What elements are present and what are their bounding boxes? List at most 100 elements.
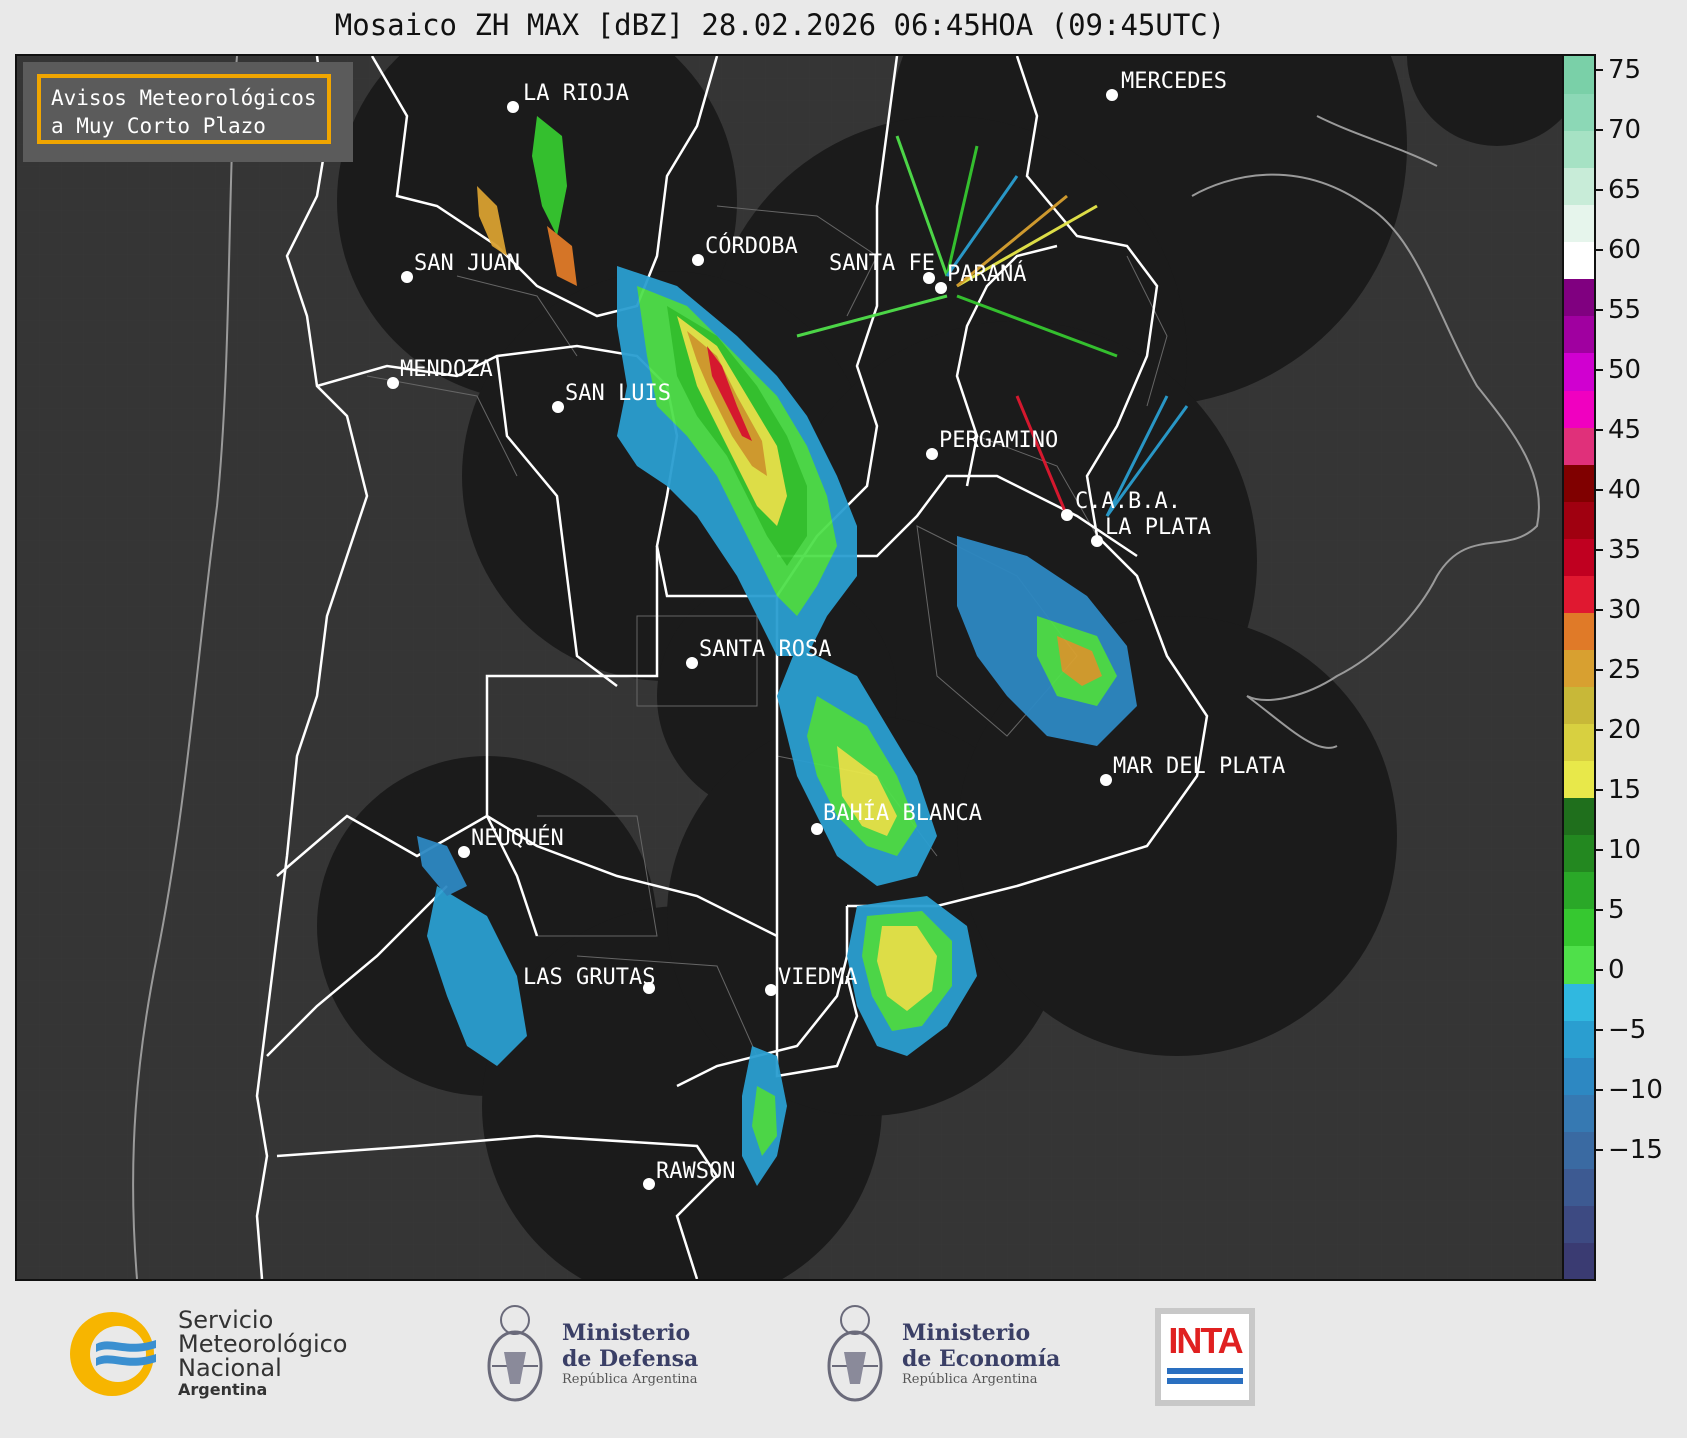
color-scale-segment xyxy=(1564,130,1594,169)
inta-stripe xyxy=(1167,1378,1243,1384)
notice-line-2: a Muy Corto Plazo xyxy=(51,114,266,138)
color-scale-segment xyxy=(1564,611,1594,650)
color-scale-tick-label: −10 xyxy=(1608,1075,1663,1105)
economia-line-3: República Argentina xyxy=(902,1372,1038,1387)
color-scale-segment xyxy=(1564,426,1594,465)
city-label-cordoba: CÓRDOBA xyxy=(705,233,798,259)
city-label-santa-rosa: SANTA ROSA xyxy=(699,637,831,662)
notice-frame: Avisos Meteorológicos a Muy Corto Plazo xyxy=(37,74,331,144)
color-scale-segment xyxy=(1564,908,1594,947)
color-scale-segment xyxy=(1564,537,1594,576)
economia-line-1: Ministerio xyxy=(902,1320,1031,1346)
color-scale-segment xyxy=(1564,389,1594,428)
defensa-line-3: República Argentina xyxy=(562,1372,698,1387)
color-scale-segment xyxy=(1564,723,1594,762)
color-scale-tick-label: 55 xyxy=(1608,295,1642,325)
color-scale-tick-label: −15 xyxy=(1608,1135,1663,1165)
smn-logo: Servicio Meteorológico Nacional Argentin… xyxy=(66,1306,386,1406)
city-label-rawson: RAWSON xyxy=(656,1159,735,1184)
radar-map[interactable]: LA RIOJA MERCEDES CÓRDOBA SAN JUAN SANTA… xyxy=(15,54,1565,1281)
city-label-caba: C.A.B.A. xyxy=(1075,489,1181,514)
smn-line-2: Meteorológico xyxy=(178,1330,348,1358)
color-scale-tick-label: −5 xyxy=(1608,1015,1647,1045)
smn-emblem-icon xyxy=(70,1312,156,1396)
color-scale-segment xyxy=(1564,1019,1594,1058)
notice-box: Avisos Meteorológicos a Muy Corto Plazo xyxy=(23,62,353,162)
map-title: Mosaico ZH MAX [dBZ] 28.02.2026 06:45HOA… xyxy=(334,8,1226,42)
inta-stripe xyxy=(1167,1368,1243,1374)
city-label-mar-del-plata: MAR DEL PLATA xyxy=(1113,754,1285,779)
color-scale-segment xyxy=(1564,648,1594,688)
city-label-neuquen: NEUQUÉN xyxy=(471,825,564,851)
color-scale-segment xyxy=(1564,574,1594,613)
color-scale-segment xyxy=(1564,760,1594,799)
city-label-la-plata: LA PLATA xyxy=(1105,515,1211,540)
smn-line-3: Nacional xyxy=(178,1354,282,1382)
color-scale-tick-label: 30 xyxy=(1608,595,1642,625)
color-scale-segment xyxy=(1564,167,1594,206)
color-scale-segment xyxy=(1564,871,1594,910)
city-label-santa-fe: SANTA FE xyxy=(829,251,935,276)
color-scale-segment xyxy=(1564,1204,1594,1243)
color-scale-segment xyxy=(1564,797,1594,836)
color-scale-ticks: 75 70 65 60 55 50 45 40 35 30 25 20 15 10 5 0 −5 −10 −15 xyxy=(1594,54,1684,1277)
color-scale-tick-label: 5 xyxy=(1608,895,1625,925)
defensa-line-2: de Defensa xyxy=(562,1346,699,1372)
defensa-logo: Ministerio de Defensa República Argentin… xyxy=(480,1298,720,1418)
city-label-pergamino: PERGAMINO xyxy=(939,428,1058,453)
national-shield-icon xyxy=(827,1305,883,1402)
city-label-la-rioja: LA RIOJA xyxy=(523,81,629,106)
city-las-grutas: LAS GRUTAS xyxy=(523,965,655,994)
city-label-bahia-blanca: BAHÍA BLANCA xyxy=(823,800,982,826)
color-scale-segment xyxy=(1564,1056,1594,1095)
color-scale-segment xyxy=(1564,315,1594,354)
color-scale-segment xyxy=(1564,204,1594,243)
economia-logo: Ministerio de Economía República Argenti… xyxy=(820,1298,1080,1418)
city-label-san-juan: SAN JUAN xyxy=(414,251,520,276)
color-scale-tick-label: 35 xyxy=(1608,535,1642,565)
color-scale-tick-label: 65 xyxy=(1608,175,1642,205)
smn-line-4: Argentina xyxy=(178,1380,268,1399)
color-scale-segment xyxy=(1564,93,1594,132)
city-label-san-luis: SAN LUIS xyxy=(565,381,671,406)
color-scale-segment xyxy=(1564,56,1594,95)
color-scale-tick-label: 40 xyxy=(1608,475,1642,505)
inta-label: INTA xyxy=(1168,1320,1243,1361)
color-scale-tick-label: 50 xyxy=(1608,355,1642,385)
color-scale-segment xyxy=(1564,686,1594,725)
color-scale-segment xyxy=(1564,278,1594,317)
color-scale-tick-label: 70 xyxy=(1608,115,1642,145)
color-scale-segment xyxy=(1564,982,1594,1021)
color-scale-tick-label: 20 xyxy=(1608,715,1642,745)
color-scale-segment xyxy=(1564,463,1594,502)
color-scale-segment xyxy=(1564,1130,1594,1169)
smn-line-1: Servicio xyxy=(178,1306,274,1334)
notice-line-1: Avisos Meteorológicos xyxy=(51,86,317,110)
city-label-mendoza: MENDOZA xyxy=(400,357,493,382)
color-scale-tick-label: 10 xyxy=(1608,835,1642,865)
color-scale-bar xyxy=(1562,54,1596,1281)
national-shield-icon xyxy=(487,1305,543,1402)
inta-logo: INTA xyxy=(1155,1308,1255,1406)
color-scale-tick-label: 75 xyxy=(1608,55,1642,85)
city-label-las-grutas: LAS GRUTAS xyxy=(523,965,655,990)
color-scale-tick-label: 45 xyxy=(1608,415,1642,445)
color-scale-segment xyxy=(1564,1241,1594,1279)
city-label-mercedes: MERCEDES xyxy=(1121,69,1227,94)
city-label-viedma: VIEDMA xyxy=(778,965,857,990)
color-scale-segment xyxy=(1564,945,1594,984)
defensa-line-1: Ministerio xyxy=(562,1320,691,1346)
color-scale-tick-label: 15 xyxy=(1608,775,1642,805)
city-label-parana: PARANÁ xyxy=(947,261,1026,287)
economia-line-2: de Economía xyxy=(902,1346,1061,1372)
color-scale-segment xyxy=(1564,241,1594,280)
color-scale-tick-label: 25 xyxy=(1608,655,1642,685)
color-scale-segment xyxy=(1564,352,1594,391)
color-scale-segment xyxy=(1564,1093,1594,1132)
color-scale-segment xyxy=(1564,834,1594,873)
color-scale-segment xyxy=(1564,1167,1594,1206)
footer-logos: Servicio Meteorológico Nacional Argentin… xyxy=(0,1280,1687,1438)
color-scale-tick-label: 0 xyxy=(1608,955,1625,985)
color-scale-tick-label: 60 xyxy=(1608,235,1642,265)
color-scale-segment xyxy=(1564,500,1594,539)
